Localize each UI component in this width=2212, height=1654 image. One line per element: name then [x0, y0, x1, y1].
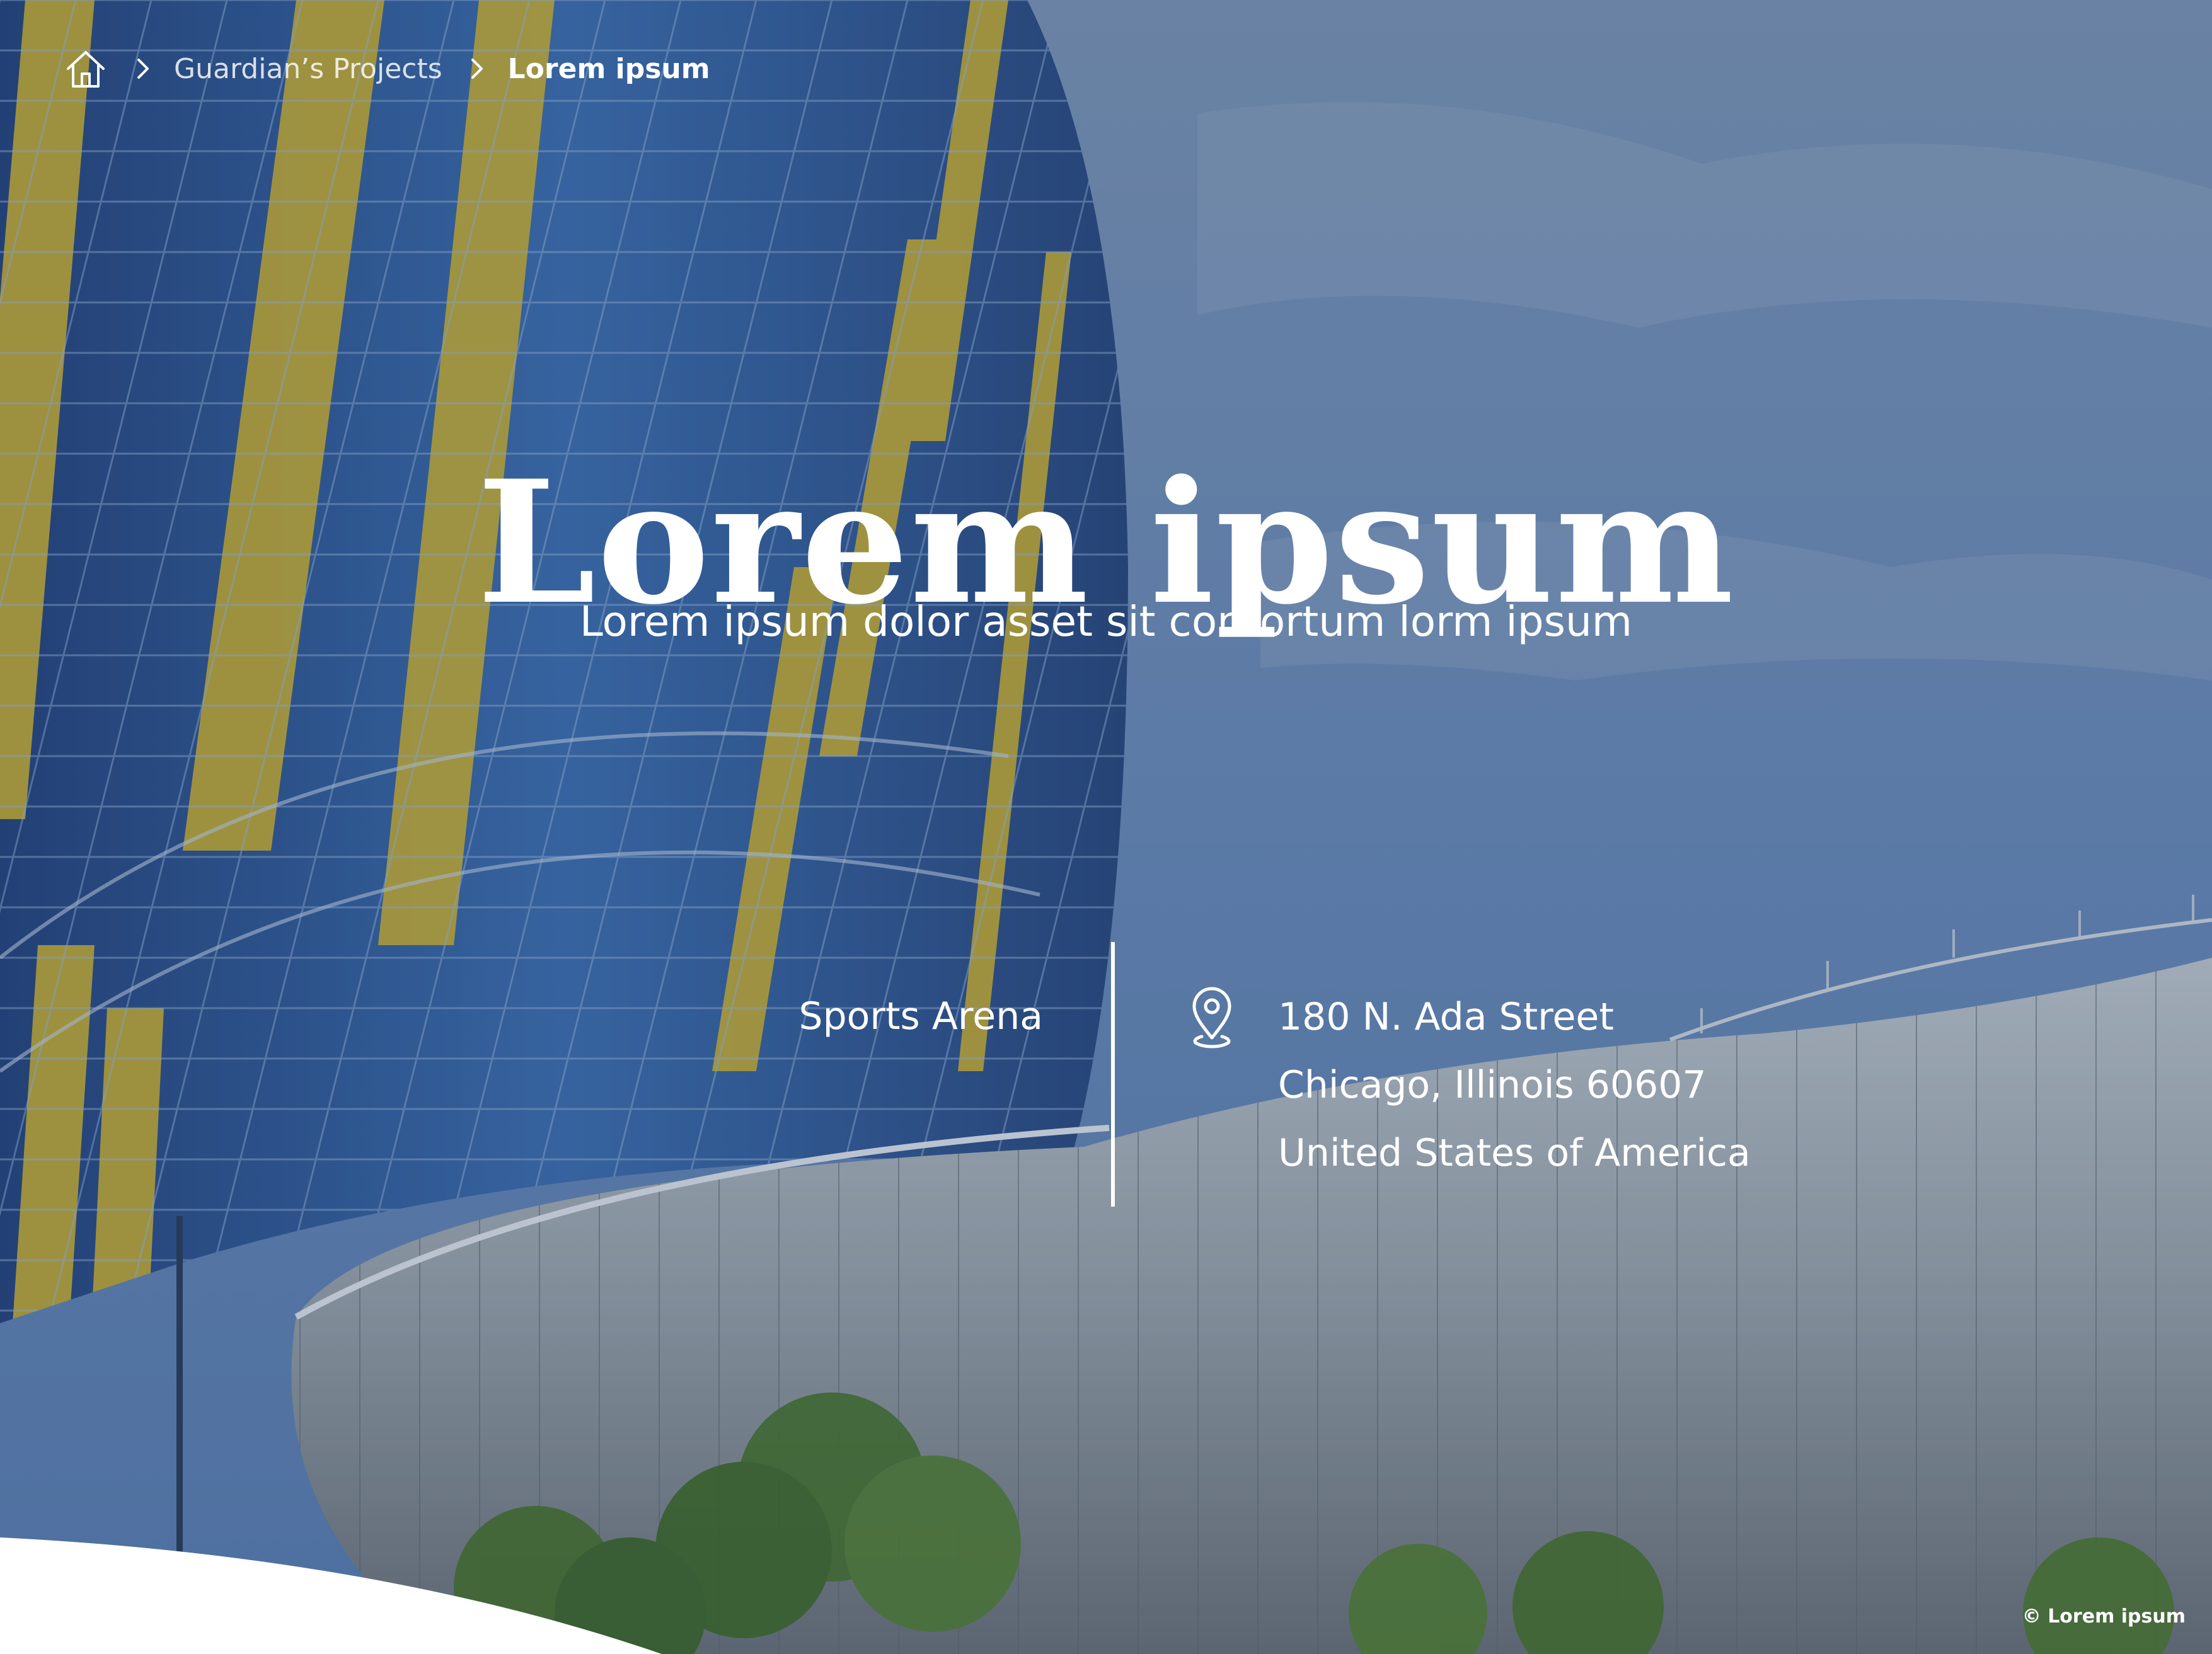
photo-copyright: © Lorem ipsum: [2022, 1605, 2186, 1628]
vertical-divider: [1111, 942, 1115, 1207]
address-line-city: Chicago, Illinois 60607: [1278, 1063, 1707, 1107]
breadcrumb-current-page: Lorem ipsum: [507, 52, 710, 85]
address-line-street: 180 N. Ada Street: [1278, 995, 1614, 1039]
chevron-right-icon: [135, 56, 151, 81]
address-line-country: United States of America: [1278, 1131, 1751, 1175]
chevron-right-icon: [469, 56, 485, 81]
project-category: Sports Arena: [798, 994, 1043, 1038]
page-subtitle: Lorem ipsum dolor asset sit contortum lo…: [579, 597, 1633, 646]
project-address: 180 N. Ada Street Chicago, Illinois 6060…: [1278, 983, 1751, 1187]
hero-background-image: [0, 0, 2212, 1654]
hero-section: Guardian’s Projects Lorem ipsum Lorem ip…: [0, 0, 2212, 1654]
breadcrumb: Guardian’s Projects Lorem ipsum: [63, 43, 710, 95]
breadcrumb-link-projects[interactable]: Guardian’s Projects: [174, 53, 442, 85]
home-icon[interactable]: [63, 46, 108, 91]
location-pin-icon: [1187, 986, 1237, 1049]
